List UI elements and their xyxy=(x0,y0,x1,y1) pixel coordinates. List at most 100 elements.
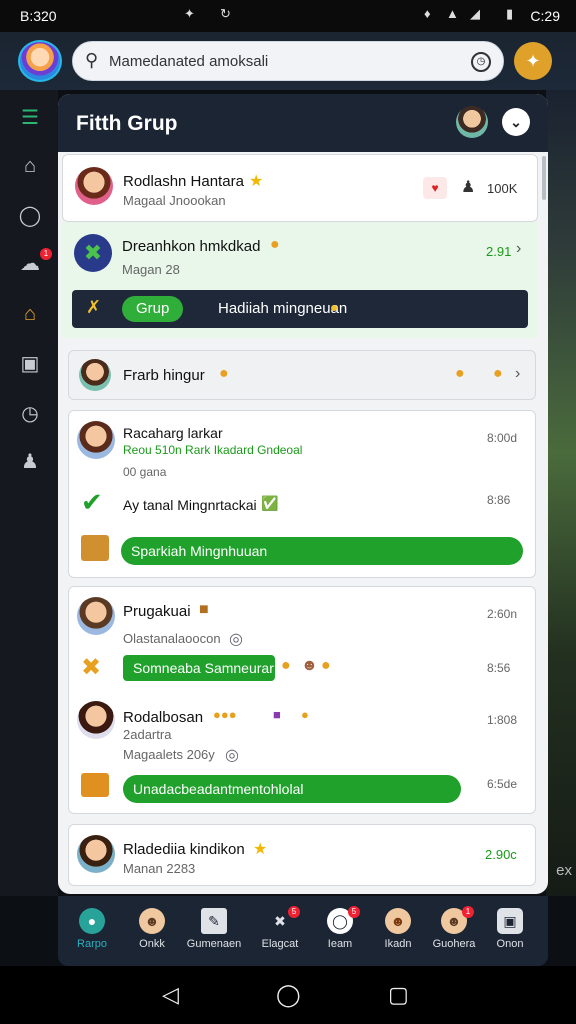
list-item[interactable]: Prugakuai ■ Olastanalaoocon ◎ 2:60n ✖ So… xyxy=(68,586,536,814)
group-icon: ✖ xyxy=(74,234,112,272)
home-circle-icon[interactable]: ◯ xyxy=(276,982,301,1008)
reward-banner[interactable]: ✗ Grup Hadiiah mingneuan ● xyxy=(72,290,528,328)
nav-label: Onon xyxy=(496,938,524,950)
app-logo[interactable] xyxy=(18,40,62,82)
nav-label: Ieam xyxy=(327,938,353,950)
star-icon: ★ xyxy=(249,173,264,190)
chevron-down-icon[interactable]: ⌄ xyxy=(502,108,530,136)
nav-item-guohera[interactable]: ☻ 1 Guohera xyxy=(426,904,482,960)
reward-pill[interactable]: Unadacbeadantmentohlolal xyxy=(123,775,461,803)
message-time: 8:86 xyxy=(487,493,511,507)
user-icon[interactable]: ♟ xyxy=(18,450,42,474)
sync-icon: ↻ xyxy=(220,6,231,21)
contact-name: Frarb hingur xyxy=(123,367,205,384)
nav-label: Ikadn xyxy=(384,938,412,950)
nav-label: Onkk xyxy=(139,938,165,950)
people-icon: ♟ xyxy=(461,179,476,196)
member-count: 100K xyxy=(487,181,518,196)
list-item[interactable]: Rladediia kindikon ★ Manan 2283 2.90c xyxy=(68,824,536,886)
signal-icon: ◢ xyxy=(470,6,480,21)
menu-icon[interactable]: ☰ xyxy=(18,106,42,130)
verified-icon[interactable]: ◯ xyxy=(18,204,42,228)
back-icon[interactable]: ◁ xyxy=(162,982,179,1008)
clock-icon[interactable]: ◷ xyxy=(18,402,42,426)
background-text: ex xyxy=(556,862,572,879)
message-time: 8:00d xyxy=(487,431,518,445)
notification-badge: 1 xyxy=(462,906,474,918)
message-time: 2:60n xyxy=(487,607,518,621)
nav-item-elagcat[interactable]: ✖ 5 Elagcat xyxy=(252,904,308,960)
list-item[interactable]: Racaharg larkar Reou 510n Rark Ikadard G… xyxy=(68,410,536,578)
group-icon: ● xyxy=(79,908,105,934)
notification-badge: 1 xyxy=(40,248,52,260)
search-icon: ⚲ xyxy=(85,50,99,70)
battery-icon: ▮ xyxy=(506,6,514,21)
search-bar[interactable]: ⚲ Mamedanated amoksali ◷ xyxy=(72,41,504,81)
nav-item-rarpo[interactable]: ● Rarpo xyxy=(64,904,120,960)
nav-item-ieam[interactable]: ◯ 5 Ieam xyxy=(312,904,368,960)
tools-icon: ✖ xyxy=(81,654,102,681)
nav-item-onkk[interactable]: ☻ Onkk xyxy=(124,904,180,960)
coin-icon: ● xyxy=(321,657,331,674)
chat-icon[interactable]: ☁ xyxy=(18,252,42,276)
coin-icon: ● xyxy=(219,365,229,382)
chevron-right-icon[interactable]: › xyxy=(515,365,520,383)
action-button[interactable]: ✦ xyxy=(514,42,552,80)
search-input[interactable]: Mamedanated amoksali xyxy=(109,53,268,70)
status-line: Ay tanal Mingnrtackai xyxy=(123,497,257,513)
wifi-icon: ▲ xyxy=(446,6,459,21)
avatar-icon: ☻ xyxy=(301,657,318,674)
panel-header: Fitth Grup ⌄ xyxy=(58,94,548,152)
message-time: 1:808 xyxy=(487,713,518,727)
message-time: 6:5de xyxy=(487,777,518,791)
nav-label: Guohera xyxy=(432,938,476,950)
globe-icon: ◎ xyxy=(225,747,239,764)
coin-icon: ● xyxy=(270,236,280,253)
list-item[interactable]: Rodlashn Hantara ★ Magaal Jnoookan ♥ ♟ 1… xyxy=(62,154,538,222)
recents-icon[interactable]: ▢ xyxy=(388,982,409,1008)
nav-item-gumenaen[interactable]: ✎ Gumenaen xyxy=(186,904,242,960)
status-time-right: C:29 xyxy=(530,8,560,24)
person-icon: ☻ xyxy=(385,908,411,934)
group-panel: Fitth Grup ⌄ Rodlashn Hantara ★ Magaal J… xyxy=(58,94,548,894)
contact-subtitle: 00 gana xyxy=(123,465,167,479)
group-name: Dreanhkon hmkdkad xyxy=(122,238,261,255)
coin-icon: ● xyxy=(301,707,309,722)
group-pill[interactable]: Grup xyxy=(122,296,184,322)
edit-icon: ✎ xyxy=(201,908,227,934)
status-bar: B:320 ✦ ↻ ♦ ▲ ◢ ▮ C:29 xyxy=(0,0,576,32)
background-scene: ex xyxy=(546,90,576,896)
coin-icon: ●●● xyxy=(213,707,237,722)
house-icon[interactable]: ⌂ xyxy=(18,302,42,326)
green-status-text: Reou 510n Rark Ikadard Gndeoal xyxy=(123,443,303,457)
bluetooth-icon: ♦ xyxy=(424,6,431,21)
coin-icon: ● xyxy=(281,657,291,674)
list-item[interactable]: Frarb hingur ● ● ● › xyxy=(68,350,536,400)
heart-icon[interactable]: ♥ xyxy=(423,177,447,199)
package-icon xyxy=(81,773,109,797)
home-icon[interactable]: ⌂ xyxy=(18,154,42,178)
box-icon[interactable]: ▣ xyxy=(18,352,42,376)
history-icon[interactable]: ◷ xyxy=(471,52,491,72)
contact-subtitle: Magaal Jnoookan xyxy=(123,193,226,208)
avatar[interactable] xyxy=(456,106,488,138)
globe-icon: ◎ xyxy=(229,631,243,648)
trophy-icon: ✗ xyxy=(86,297,102,317)
nav-item-ikadn[interactable]: ☻ Ikadn xyxy=(370,904,426,960)
system-nav-bar: ◁ ◯ ▢ xyxy=(0,966,576,1024)
reward-pill[interactable]: Somneaba Samneurar xyxy=(123,655,275,681)
gift-icon: ● xyxy=(455,365,465,382)
reward-pill[interactable]: Sparkiah Mingnhuuan xyxy=(121,537,523,565)
avatar xyxy=(77,597,115,635)
contact-name: Racaharg larkar xyxy=(123,425,223,441)
nav-label: Elagcat xyxy=(261,938,299,950)
notification-badge: 5 xyxy=(348,906,360,918)
group-card[interactable]: ✖ Dreanhkon hmkdkad ● Magan 28 2.91 › ✗ … xyxy=(62,222,538,338)
avatar xyxy=(79,359,111,391)
chevron-right-icon[interactable]: › xyxy=(516,240,521,258)
check-icon: ✔ xyxy=(81,487,103,517)
status-time-left: B:320 xyxy=(20,8,57,24)
badge-icon: ■ xyxy=(273,707,281,722)
scrollbar[interactable] xyxy=(542,156,546,200)
nav-item-onon[interactable]: ▣ Onon xyxy=(482,904,538,960)
